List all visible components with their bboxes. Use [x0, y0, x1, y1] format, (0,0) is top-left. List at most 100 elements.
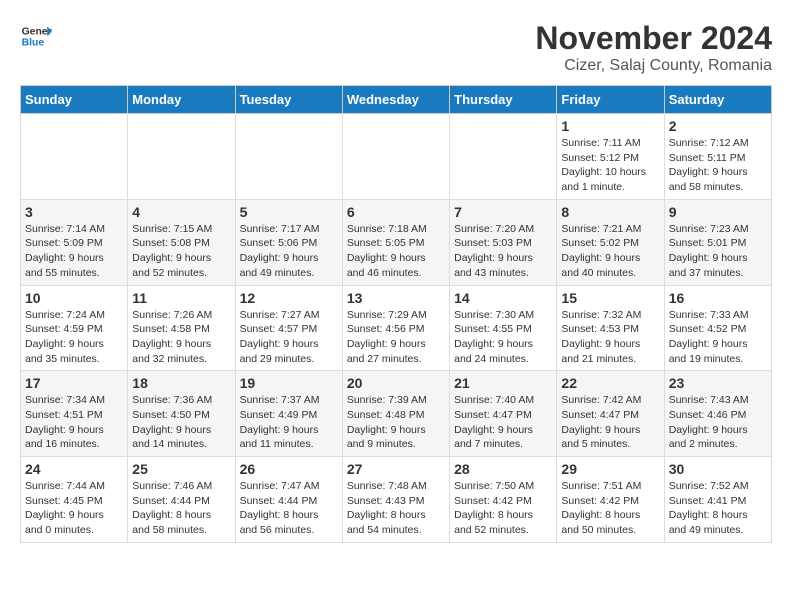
day-header-thursday: Thursday	[450, 86, 557, 114]
calendar-cell: 6Sunrise: 7:18 AM Sunset: 5:05 PM Daylig…	[342, 199, 449, 285]
calendar-cell	[128, 114, 235, 200]
logo: General Blue	[20, 20, 52, 52]
day-number: 19	[240, 375, 338, 391]
day-number: 30	[669, 461, 767, 477]
calendar-table: SundayMondayTuesdayWednesdayThursdayFrid…	[20, 85, 772, 543]
day-number: 10	[25, 290, 123, 306]
day-number: 11	[132, 290, 230, 306]
day-info: Sunrise: 7:23 AM Sunset: 5:01 PM Dayligh…	[669, 222, 767, 281]
calendar-cell: 14 Sunrise: 7:30 AM Sunset: 4:55 PM Dayli…	[450, 285, 557, 371]
day-info: Sunrise: 7:24 AM Sunset: 4:59 PM Dayligh…	[25, 308, 123, 367]
week-row-1: 1 Sunrise: 7:11 AM Sunset: 5:12 PM Daylig…	[21, 114, 772, 200]
day-header-monday: Monday	[128, 86, 235, 114]
day-info: Sunrise: 7:51 AM Sunset: 4:42 PM Dayligh…	[561, 479, 659, 538]
calendar-cell: 16 Sunrise: 7:33 AM Sunset: 4:52 PM Dayli…	[664, 285, 771, 371]
day-number: 8	[561, 204, 659, 220]
day-number: 12	[240, 290, 338, 306]
day-number: 6	[347, 204, 445, 220]
day-number: 5	[240, 204, 338, 220]
svg-text:Blue: Blue	[22, 38, 45, 49]
calendar-cell	[342, 114, 449, 200]
calendar-cell: 18 Sunrise: 7:36 AM Sunset: 4:50 PM Dayli…	[128, 371, 235, 457]
calendar-cell: 8 Sunrise: 7:21 AM Sunset: 5:02 PM Daylig…	[557, 199, 664, 285]
calendar-cell: 28 Sunrise: 7:50 AM Sunset: 4:42 PM Dayli…	[450, 457, 557, 543]
header-row: SundayMondayTuesdayWednesdayThursdayFrid…	[21, 86, 772, 114]
day-number: 1	[561, 118, 659, 134]
day-info: Sunrise: 7:20 AM Sunset: 5:03 PM Dayligh…	[454, 222, 552, 281]
day-number: 21	[454, 375, 552, 391]
day-number: 27	[347, 461, 445, 477]
day-info: Sunrise: 7:40 AM Sunset: 4:47 PM Dayligh…	[454, 393, 552, 452]
day-number: 26	[240, 461, 338, 477]
day-number: 7	[454, 204, 552, 220]
day-info: Sunrise: 7:12 AM Sunset: 5:11 PM Dayligh…	[669, 136, 767, 195]
day-number: 16	[669, 290, 767, 306]
day-number: 3	[25, 204, 123, 220]
day-info: Sunrise: 7:37 AM Sunset: 4:49 PM Dayligh…	[240, 393, 338, 452]
day-header-saturday: Saturday	[664, 86, 771, 114]
week-row-5: 24Sunrise: 7:44 AM Sunset: 4:45 PM Dayli…	[21, 457, 772, 543]
calendar-cell: 7 Sunrise: 7:20 AM Sunset: 5:03 PM Daylig…	[450, 199, 557, 285]
day-header-wednesday: Wednesday	[342, 86, 449, 114]
day-info: Sunrise: 7:48 AM Sunset: 4:43 PM Dayligh…	[347, 479, 445, 538]
calendar-cell: 21 Sunrise: 7:40 AM Sunset: 4:47 PM Dayli…	[450, 371, 557, 457]
calendar-cell: 12 Sunrise: 7:27 AM Sunset: 4:57 PM Dayli…	[235, 285, 342, 371]
day-number: 22	[561, 375, 659, 391]
day-number: 23	[669, 375, 767, 391]
calendar-cell: 24Sunrise: 7:44 AM Sunset: 4:45 PM Dayli…	[21, 457, 128, 543]
day-info: Sunrise: 7:36 AM Sunset: 4:50 PM Dayligh…	[132, 393, 230, 452]
calendar-cell: 25Sunrise: 7:46 AM Sunset: 4:44 PM Dayli…	[128, 457, 235, 543]
calendar-cell: 3 Sunrise: 7:14 AM Sunset: 5:09 PM Daylig…	[21, 199, 128, 285]
calendar-cell: 11 Sunrise: 7:26 AM Sunset: 4:58 PM Dayli…	[128, 285, 235, 371]
day-number: 28	[454, 461, 552, 477]
day-info: Sunrise: 7:46 AM Sunset: 4:44 PM Dayligh…	[132, 479, 230, 538]
day-info: Sunrise: 7:27 AM Sunset: 4:57 PM Dayligh…	[240, 308, 338, 367]
day-header-tuesday: Tuesday	[235, 86, 342, 114]
calendar-cell: 26 Sunrise: 7:47 AM Sunset: 4:44 PM Dayli…	[235, 457, 342, 543]
calendar-cell: 17Sunrise: 7:34 AM Sunset: 4:51 PM Dayli…	[21, 371, 128, 457]
day-number: 4	[132, 204, 230, 220]
calendar-cell: 27 Sunrise: 7:48 AM Sunset: 4:43 PM Dayli…	[342, 457, 449, 543]
calendar-cell: 20 Sunrise: 7:39 AM Sunset: 4:48 PM Dayli…	[342, 371, 449, 457]
day-number: 18	[132, 375, 230, 391]
day-number: 13	[347, 290, 445, 306]
day-number: 9	[669, 204, 767, 220]
subtitle: Cizer, Salaj County, Romania	[535, 57, 772, 75]
day-header-friday: Friday	[557, 86, 664, 114]
day-info: Sunrise: 7:32 AM Sunset: 4:53 PM Dayligh…	[561, 308, 659, 367]
day-number: 15	[561, 290, 659, 306]
day-info: Sunrise: 7:33 AM Sunset: 4:52 PM Dayligh…	[669, 308, 767, 367]
day-info: Sunrise: 7:26 AM Sunset: 4:58 PM Dayligh…	[132, 308, 230, 367]
day-number: 17	[25, 375, 123, 391]
day-info: Sunrise: 7:30 AM Sunset: 4:55 PM Dayligh…	[454, 308, 552, 367]
calendar-cell: 9 Sunrise: 7:23 AM Sunset: 5:01 PM Daylig…	[664, 199, 771, 285]
calendar-cell: 10 Sunrise: 7:24 AM Sunset: 4:59 PM Dayli…	[21, 285, 128, 371]
calendar-cell: 5 Sunrise: 7:17 AM Sunset: 5:06 PM Daylig…	[235, 199, 342, 285]
title-block: November 2024 Cizer, Salaj County, Roman…	[535, 20, 772, 75]
calendar-cell: 2 Sunrise: 7:12 AM Sunset: 5:11 PM Daylig…	[664, 114, 771, 200]
calendar-cell: 15 Sunrise: 7:32 AM Sunset: 4:53 PM Dayli…	[557, 285, 664, 371]
day-number: 29	[561, 461, 659, 477]
calendar-cell: 23 Sunrise: 7:43 AM Sunset: 4:46 PM Dayli…	[664, 371, 771, 457]
header: General Blue November 2024 Cizer, Salaj …	[20, 20, 772, 75]
day-info: Sunrise: 7:17 AM Sunset: 5:06 PM Dayligh…	[240, 222, 338, 281]
day-info: Sunrise: 7:47 AM Sunset: 4:44 PM Dayligh…	[240, 479, 338, 538]
day-number: 20	[347, 375, 445, 391]
day-info: Sunrise: 7:14 AM Sunset: 5:09 PM Dayligh…	[25, 222, 123, 281]
day-info: Sunrise: 7:50 AM Sunset: 4:42 PM Dayligh…	[454, 479, 552, 538]
day-info: Sunrise: 7:43 AM Sunset: 4:46 PM Dayligh…	[669, 393, 767, 452]
day-number: 24	[25, 461, 123, 477]
day-info: Sunrise: 7:42 AM Sunset: 4:47 PM Dayligh…	[561, 393, 659, 452]
main-title: November 2024	[535, 20, 772, 57]
day-number: 14	[454, 290, 552, 306]
day-info: Sunrise: 7:29 AM Sunset: 4:56 PM Dayligh…	[347, 308, 445, 367]
day-number: 2	[669, 118, 767, 134]
logo-icon: General Blue	[20, 20, 52, 52]
day-info: Sunrise: 7:39 AM Sunset: 4:48 PM Dayligh…	[347, 393, 445, 452]
day-info: Sunrise: 7:11 AM Sunset: 5:12 PM Dayligh…	[561, 136, 659, 195]
week-row-3: 10 Sunrise: 7:24 AM Sunset: 4:59 PM Dayli…	[21, 285, 772, 371]
calendar-cell: 1 Sunrise: 7:11 AM Sunset: 5:12 PM Daylig…	[557, 114, 664, 200]
day-header-sunday: Sunday	[21, 86, 128, 114]
week-row-4: 17Sunrise: 7:34 AM Sunset: 4:51 PM Dayli…	[21, 371, 772, 457]
day-info: Sunrise: 7:21 AM Sunset: 5:02 PM Dayligh…	[561, 222, 659, 281]
